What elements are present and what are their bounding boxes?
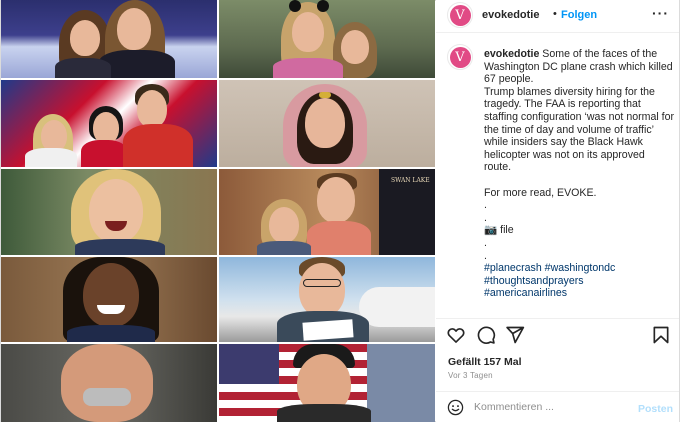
more-horizontal-icon[interactable]: ··· — [652, 5, 669, 21]
photo-tile-soldier-flag — [219, 344, 435, 422]
hashtag-link[interactable]: #planecrash — [484, 262, 542, 274]
hashtag-link[interactable]: #washingtondc — [545, 262, 616, 274]
post-comment-button[interactable]: Posten — [638, 403, 673, 415]
caption-line-2: Trump blames diversity hiring for the tr… — [484, 85, 675, 174]
caption-text: evokedotie Some of the faces of the Wash… — [484, 48, 674, 300]
heart-icon[interactable] — [446, 325, 466, 345]
photo-tile-bride — [219, 80, 435, 167]
caption-file-line: 📷 file — [484, 224, 514, 237]
caption-avatar-letter: V — [449, 46, 471, 68]
timestamp[interactable]: Vor 3 Tagen — [448, 371, 493, 380]
poster-text: SWAN LAKE — [391, 177, 430, 184]
like-count[interactable]: Gefällt 157 Mal — [448, 356, 522, 368]
photo-tile-woman-braids — [1, 257, 217, 342]
photo-tile-theme-park — [219, 0, 435, 78]
comment-box: Posten — [436, 392, 679, 422]
photo-tile-pilot-plane — [219, 257, 435, 342]
caption-dot: . — [484, 236, 487, 249]
hashtag-link[interactable]: #thoughtsandprayers — [484, 275, 674, 288]
caption-dot: . — [484, 211, 487, 224]
follow-button[interactable]: Folgen — [561, 9, 597, 21]
avatar-letter: V — [449, 4, 471, 26]
caption-more-read: For more read, EVOKE. — [484, 186, 597, 199]
bookmark-icon[interactable] — [651, 325, 671, 345]
photo-tile-older-man — [1, 344, 217, 422]
photo-tile-ice-rink — [1, 0, 217, 78]
separator-dot: • — [553, 8, 557, 20]
comment-icon[interactable] — [476, 325, 496, 345]
hashtag-link[interactable]: #americanairlines — [484, 287, 674, 300]
caption-dot: . — [484, 249, 487, 262]
emoji-icon[interactable] — [447, 399, 464, 416]
divider — [436, 32, 679, 33]
avatar[interactable]: V — [447, 2, 473, 28]
header-username[interactable]: evokedotie — [482, 9, 539, 21]
caption-dot: . — [484, 199, 487, 212]
divider — [436, 318, 679, 319]
action-bar — [436, 322, 679, 348]
post-side-panel: V evokedotie • Folgen ··· V evokedotie S… — [436, 0, 679, 422]
photo-tile-swan-lake-couple: SWAN LAKE — [219, 169, 435, 255]
share-icon[interactable] — [505, 325, 525, 345]
comment-input[interactable] — [474, 397, 624, 417]
post-header: V evokedotie • Folgen ··· — [436, 0, 679, 32]
caption-avatar[interactable]: V — [447, 44, 473, 70]
caption: V evokedotie Some of the faces of the Wa… — [436, 44, 679, 320]
caption-username[interactable]: evokedotie — [484, 48, 539, 60]
photo-tile-family-flag — [1, 80, 217, 167]
post-image-collage[interactable]: SWAN LAKE — [1, 0, 435, 422]
photo-tile-smiling-woman — [1, 169, 217, 255]
